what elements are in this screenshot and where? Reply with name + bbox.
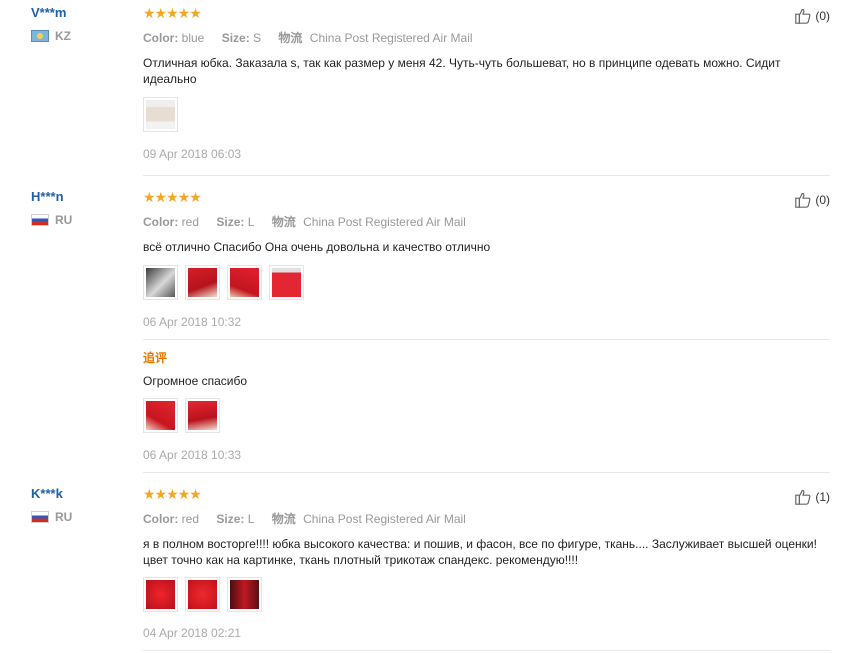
divider [143, 175, 830, 176]
reviewer-country: KZ [31, 29, 71, 43]
helpful-count: (1) [815, 490, 830, 504]
review-date: 06 Apr 2018 10:32 [143, 315, 242, 329]
review-photos [143, 97, 178, 132]
reviewer-name[interactable]: V***m [31, 5, 66, 20]
followup-photos [143, 398, 220, 433]
review-photo[interactable] [227, 265, 262, 300]
shipping-value: China Post Registered Air Mail [303, 512, 466, 526]
review-photo[interactable] [143, 398, 178, 433]
divider [143, 339, 830, 340]
order-properties: Color: red Size: L 物流 China Post Registe… [143, 510, 466, 527]
shipping-value: China Post Registered Air Mail [303, 215, 466, 229]
divider [143, 472, 830, 473]
star-rating: ★★★★★ [143, 5, 202, 21]
color-label: Color: [143, 215, 179, 229]
review-text: Отличная юбка. Заказала s, так как разме… [143, 56, 781, 86]
color-value: red [181, 512, 200, 526]
review-item: K***k RU ★★★★★ Color: red Size: L 物流 Chi… [0, 486, 864, 653]
country-code: KZ [55, 29, 71, 43]
country-code: RU [55, 213, 73, 227]
country-code: RU [55, 510, 73, 524]
kz-flag-icon [31, 30, 49, 42]
helpful-button[interactable]: (1) [794, 488, 830, 506]
order-properties: Color: blue Size: S 物流 China Post Regist… [143, 29, 473, 46]
ru-flag-icon [31, 214, 49, 226]
helpful-button[interactable]: (0) [794, 191, 830, 209]
size-value: L [247, 215, 255, 229]
review-item: H***n RU ★★★★★ Color: red Size: L 物流 Chi… [0, 189, 864, 473]
review-text: всё отлично Спасибо Она очень довольна и… [143, 240, 491, 254]
shipping-label: 物流 [278, 31, 303, 45]
size-label: Size: [216, 215, 245, 229]
review-item: V***m KZ ★★★★★ Color: blue Size: S 物流 Ch… [0, 5, 864, 175]
color-label: Color: [143, 31, 179, 45]
review-photo[interactable] [227, 577, 262, 612]
order-properties: Color: red Size: L 物流 China Post Registe… [143, 213, 466, 230]
thumbs-up-icon [795, 8, 811, 24]
shipping-value: China Post Registered Air Mail [309, 31, 473, 45]
review-text: я в полном восторге!!!! юбка высокого ка… [143, 537, 817, 567]
divider [143, 650, 830, 651]
reviewer-country: RU [31, 213, 72, 227]
review-photo[interactable] [143, 577, 178, 612]
color-value: red [181, 215, 200, 229]
review-photo[interactable] [143, 97, 178, 132]
helpful-count: (0) [815, 9, 830, 23]
size-value: S [253, 31, 262, 45]
review-photos [143, 265, 304, 300]
review-photos [143, 577, 262, 612]
thumbs-up-icon [795, 192, 811, 208]
shipping-label: 物流 [271, 215, 296, 229]
shipping-label: 物流 [271, 512, 296, 526]
size-value: L [247, 512, 255, 526]
followup-date: 06 Apr 2018 10:33 [143, 448, 242, 462]
helpful-button[interactable]: (0) [794, 7, 830, 25]
size-label: Size: [221, 31, 250, 45]
review-photo[interactable] [185, 265, 220, 300]
ru-flag-icon [31, 511, 49, 523]
helpful-count: (0) [815, 193, 830, 207]
star-rating: ★★★★★ [143, 486, 202, 502]
followup-label: 追评 [143, 351, 168, 365]
followup-text: Огромное спасибо [143, 374, 248, 388]
thumbs-up-icon [795, 489, 811, 505]
review-photo[interactable] [185, 398, 220, 433]
reviewer-name[interactable]: K***k [31, 486, 63, 501]
color-label: Color: [143, 512, 179, 526]
review-photo[interactable] [269, 265, 304, 300]
review-date: 09 Apr 2018 06:03 [143, 147, 242, 161]
star-rating: ★★★★★ [143, 189, 202, 205]
reviewer-name[interactable]: H***n [31, 189, 64, 204]
color-value: blue [181, 31, 205, 45]
size-label: Size: [216, 512, 245, 526]
review-date: 04 Apr 2018 02:21 [143, 626, 242, 640]
reviewer-country: RU [31, 510, 72, 524]
review-photo[interactable] [143, 265, 178, 300]
review-photo[interactable] [185, 577, 220, 612]
